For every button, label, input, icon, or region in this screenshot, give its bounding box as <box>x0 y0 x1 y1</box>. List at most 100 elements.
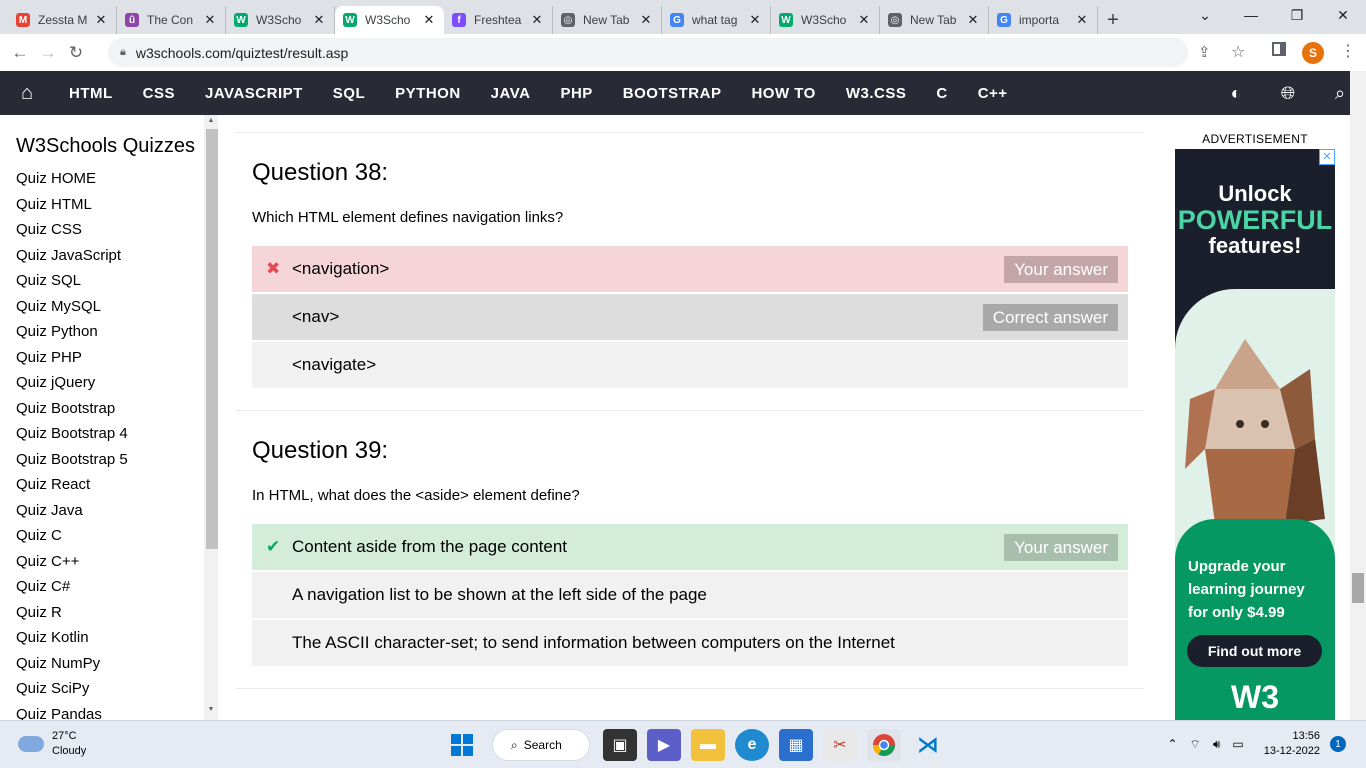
wifi-icon[interactable]: ⌔ <box>1190 737 1201 752</box>
dark-mode-icon[interactable]: ◐ <box>1210 83 1262 104</box>
browser-tab[interactable]: ◎ New Tab ✕ <box>880 6 989 34</box>
topnav-item[interactable]: PYTHON <box>380 85 476 102</box>
close-tab-icon[interactable]: ✕ <box>530 12 544 28</box>
profile-avatar[interactable]: S <box>1302 42 1324 64</box>
page-scrollbar[interactable] <box>1350 71 1366 720</box>
topnav-item[interactable]: JAVA <box>476 85 546 102</box>
sidebar-quiz-link[interactable]: Quiz C++ <box>0 549 204 575</box>
topnav-item[interactable]: W3.CSS <box>831 85 922 102</box>
browser-tab[interactable]: M Zessta M ✕ <box>8 6 117 34</box>
topnav-item[interactable]: C <box>921 85 962 102</box>
topnav-item[interactable]: JAVASCRIPT <box>190 85 318 102</box>
sidebar-quiz-link[interactable]: Quiz C# <box>0 574 204 600</box>
side-panel-icon[interactable] <box>1272 42 1286 56</box>
browser-tab[interactable]: û The Con ✕ <box>117 6 226 34</box>
tab-search-dropdown[interactable]: ⌄ <box>1182 0 1228 30</box>
teams-chat-icon[interactable]: ▶ <box>647 729 681 761</box>
sidebar-scrollbar[interactable]: ▲ ▼ <box>204 115 218 720</box>
browser-tab[interactable]: W W3Scho ✕ <box>771 6 880 34</box>
sidebar-quiz-link[interactable]: Quiz React <box>0 472 204 498</box>
topnav-item[interactable]: SQL <box>318 85 380 102</box>
sidebar-quiz-link[interactable]: Quiz HOME <box>0 166 204 192</box>
sidebar-quiz-link[interactable]: Quiz CSS <box>0 217 204 243</box>
back-arrow-icon[interactable]: ← <box>6 39 34 67</box>
topnav-item[interactable]: BOOTSTRAP <box>608 85 737 102</box>
sidebar-quiz-link[interactable]: Quiz HTML <box>0 192 204 218</box>
bookmark-star-icon[interactable]: ☆ <box>1231 42 1245 62</box>
scroll-up-arrow-icon[interactable]: ▲ <box>204 117 218 129</box>
purple-circle-icon: û <box>125 13 139 27</box>
maximize-button[interactable]: ❐ <box>1274 0 1320 30</box>
advertisement[interactable]: Unlock POWERFUL features! Upgrade your l… <box>1175 149 1335 720</box>
browser-tab[interactable]: Gimporta ✕ <box>989 6 1098 34</box>
browser-tab[interactable]: W W3Scho ✕ <box>226 6 335 34</box>
globe-icon[interactable]: 🌐︎ <box>1262 83 1314 104</box>
close-tab-icon[interactable]: ✕ <box>312 12 326 28</box>
notification-badge[interactable]: 1 <box>1330 736 1346 752</box>
system-clock[interactable]: 13:56 13-12-2022 <box>1264 729 1320 759</box>
sidebar-quiz-link[interactable]: Quiz R <box>0 600 204 626</box>
question-block: Question 38: Which HTML element defines n… <box>236 132 1144 410</box>
show-hidden-icons-icon[interactable]: ⌃ <box>1167 737 1177 751</box>
taskbar-search[interactable]: ⌕ Search <box>492 729 590 761</box>
chrome-taskbar-icon[interactable] <box>867 729 901 761</box>
lock-icon: 🔒︎ <box>120 46 126 58</box>
close-tab-icon[interactable]: ✕ <box>422 12 436 28</box>
file-explorer-icon[interactable]: ▬ <box>691 729 725 761</box>
windows-start-icon[interactable] <box>445 729 479 761</box>
battery-icon[interactable]: ▭ <box>1232 737 1243 751</box>
browser-tab[interactable]: Gwhat tag ✕ <box>662 6 771 34</box>
scroll-down-arrow-icon[interactable]: ▼ <box>204 706 218 718</box>
store-icon[interactable]: ▦ <box>779 729 813 761</box>
browser-tab[interactable]: W W3Scho ✕ <box>335 6 444 34</box>
topnav-item[interactable]: PHP <box>545 85 607 102</box>
task-view-icon[interactable]: ▣ <box>603 729 637 761</box>
browser-tab[interactable]: ◎ New Tab ✕ <box>553 6 662 34</box>
sidebar-quiz-link[interactable]: Quiz NumPy <box>0 651 204 677</box>
sidebar-quiz-link[interactable]: Quiz C <box>0 523 204 549</box>
find-out-more-button[interactable]: Find out more <box>1187 635 1322 667</box>
sidebar-quiz-link[interactable]: Quiz SciPy <box>0 676 204 702</box>
sidebar-quiz-link[interactable]: Quiz Java <box>0 498 204 524</box>
sidebar-quiz-link[interactable]: Quiz PHP <box>0 345 204 371</box>
new-tab-button[interactable]: + <box>1098 6 1128 34</box>
sidebar-scroll-thumb[interactable] <box>206 129 218 549</box>
sidebar-quiz-link[interactable]: Quiz Python <box>0 319 204 345</box>
sidebar-quiz-link[interactable]: Quiz Pandas <box>0 702 204 721</box>
close-window-button[interactable]: ✕ <box>1320 0 1366 30</box>
sidebar-quiz-link[interactable]: Quiz SQL <box>0 268 204 294</box>
page-scroll-thumb[interactable] <box>1352 573 1364 603</box>
close-tab-icon[interactable]: ✕ <box>94 12 108 28</box>
sidebar-quiz-link[interactable]: Quiz Kotlin <box>0 625 204 651</box>
sidebar-quiz-link[interactable]: Quiz MySQL <box>0 294 204 320</box>
topnav-item[interactable]: HOW TO <box>736 85 830 102</box>
topnav-item[interactable]: CSS <box>128 85 190 102</box>
close-tab-icon[interactable]: ✕ <box>203 12 217 28</box>
volume-icon[interactable]: 🔊︎ <box>1213 737 1221 752</box>
topnav-item[interactable]: HTML <box>54 85 128 102</box>
vscode-icon[interactable]: ⋊ <box>911 729 945 761</box>
topnav-item[interactable]: C++ <box>963 85 1023 102</box>
share-icon[interactable]: ⇪ <box>1198 43 1211 61</box>
ad-close-icon[interactable]: ✕ <box>1319 149 1335 165</box>
sidebar-quiz-link[interactable]: Quiz Bootstrap 4 <box>0 421 204 447</box>
reload-icon[interactable]: ↻ <box>62 39 90 67</box>
minimize-button[interactable]: — <box>1228 0 1274 30</box>
close-tab-icon[interactable]: ✕ <box>857 12 871 28</box>
close-tab-icon[interactable]: ✕ <box>748 12 762 28</box>
sidebar-quiz-link[interactable]: Quiz JavaScript <box>0 243 204 269</box>
close-tab-icon[interactable]: ✕ <box>639 12 653 28</box>
browser-tab[interactable]: f Freshtea ✕ <box>444 6 553 34</box>
home-icon[interactable]: ⌂ <box>0 82 54 105</box>
forward-arrow-icon[interactable]: → <box>34 39 62 67</box>
weather-widget[interactable]: 27°C Cloudy <box>18 729 86 759</box>
sidebar-quiz-link[interactable]: Quiz Bootstrap 5 <box>0 447 204 473</box>
close-tab-icon[interactable]: ✕ <box>1075 12 1089 28</box>
url-omnibox[interactable]: 🔒︎ w3schools.com/quiztest/result.asp <box>108 38 1188 67</box>
more-menu-icon[interactable]: ⋮ <box>1340 41 1356 61</box>
snipping-tool-icon[interactable]: ✂ <box>823 729 857 761</box>
edge-icon[interactable]: e <box>735 729 769 761</box>
sidebar-quiz-link[interactable]: Quiz jQuery <box>0 370 204 396</box>
sidebar-quiz-link[interactable]: Quiz Bootstrap <box>0 396 204 422</box>
close-tab-icon[interactable]: ✕ <box>966 12 980 28</box>
